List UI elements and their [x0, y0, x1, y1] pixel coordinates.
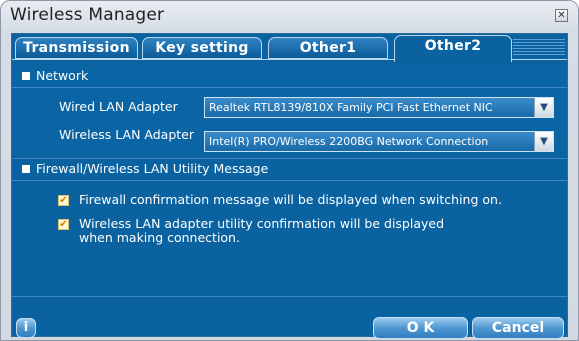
wireless-manager-window: Wireless Manager ✕ Transmission Key sett…	[0, 0, 579, 341]
tab-key-setting[interactable]: Key setting	[142, 37, 262, 59]
section-bullet-icon	[22, 72, 30, 80]
wireless-lan-adapter-value: Intel(R) PRO/Wireless 2200BG Network Con…	[209, 135, 489, 148]
checkmark-icon: ✔	[59, 219, 68, 230]
network-heading: Network	[36, 68, 89, 83]
tab-transmission[interactable]: Transmission	[15, 37, 138, 59]
close-icon: ✕	[557, 10, 566, 21]
window-title: Wireless Manager	[10, 5, 165, 25]
firewall-confirmation-label[interactable]: Firewall confirmation message will be di…	[79, 193, 502, 207]
wired-lan-adapter-label: Wired LAN Adapter	[59, 99, 178, 114]
wireless-lan-adapter-label: Wireless LAN Adapter	[59, 127, 194, 142]
divider	[12, 87, 567, 88]
divider	[12, 180, 567, 181]
wired-lan-adapter-value: Realtek RTL8139/810X Family PCI Fast Eth…	[209, 101, 493, 114]
section-bullet-icon	[22, 165, 30, 173]
content-panel: Transmission Key setting Other1 Other2 N…	[11, 33, 568, 339]
tab-other2[interactable]: Other2	[394, 35, 512, 62]
utility-confirmation-label-line2[interactable]: when making connection.	[79, 231, 240, 245]
close-button[interactable]: ✕	[555, 9, 568, 22]
ok-button[interactable]: O K	[373, 317, 468, 339]
tab-strip: Transmission Key setting Other1 Other2	[12, 34, 567, 62]
wireless-lan-adapter-select[interactable]: Intel(R) PRO/Wireless 2200BG Network Con…	[204, 131, 554, 152]
firewall-section-header: Firewall/Wireless LAN Utility Message	[12, 159, 567, 179]
utility-confirmation-checkbox[interactable]: ✔	[58, 219, 69, 230]
checkmark-icon: ✔	[59, 195, 68, 206]
info-icon: i	[23, 320, 29, 335]
tab-other1[interactable]: Other1	[268, 37, 388, 59]
network-section-header: Network	[12, 66, 567, 86]
cancel-button[interactable]: Cancel	[472, 317, 564, 339]
utility-confirmation-label-line1[interactable]: Wireless LAN adapter utility confirmatio…	[79, 217, 444, 231]
info-button[interactable]: i	[16, 318, 36, 338]
title-bar[interactable]: Wireless Manager ✕	[1, 1, 578, 29]
divider	[12, 296, 567, 297]
tab-strip-decoration	[513, 39, 565, 57]
wired-lan-adapter-select[interactable]: Realtek RTL8139/810X Family PCI Fast Eth…	[204, 97, 554, 118]
chevron-down-icon[interactable]: ▼	[534, 132, 553, 151]
firewall-confirmation-checkbox[interactable]: ✔	[58, 195, 69, 206]
chevron-down-icon[interactable]: ▼	[534, 98, 553, 117]
firewall-heading: Firewall/Wireless LAN Utility Message	[36, 161, 269, 176]
